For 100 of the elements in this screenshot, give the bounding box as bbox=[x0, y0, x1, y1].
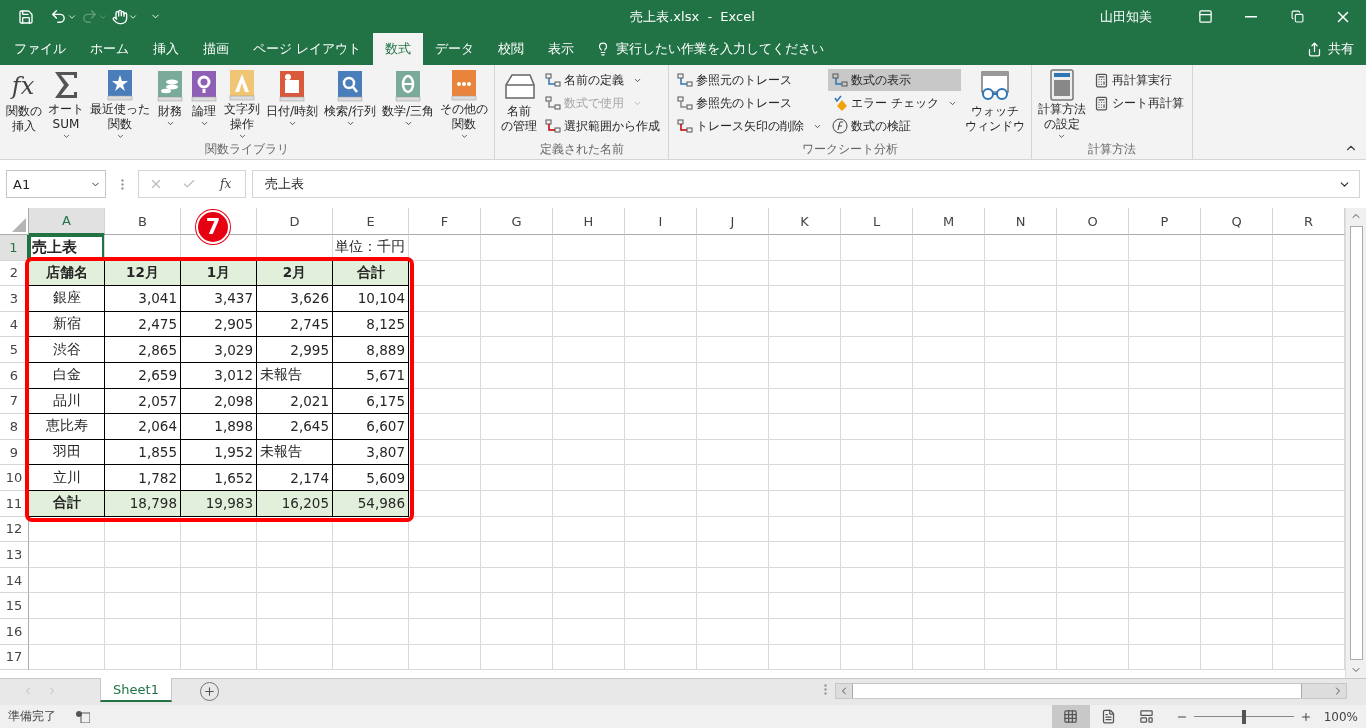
column-header[interactable]: H bbox=[553, 208, 625, 235]
column-header[interactable]: N bbox=[985, 208, 1057, 235]
empty-cell bbox=[913, 260, 985, 287]
ribbon-button[interactable]: シート再計算 bbox=[1089, 92, 1188, 114]
empty-cell bbox=[553, 311, 625, 338]
ribbon-button[interactable]: 再計算実行 bbox=[1089, 69, 1188, 91]
empty-cell bbox=[769, 388, 841, 415]
ribbon-button[interactable]: fx 関数の 挿入 bbox=[4, 68, 44, 141]
ribbon-button[interactable]: 参照元のトレース bbox=[673, 69, 827, 91]
ribbon-button[interactable]: その他の 関数 bbox=[438, 68, 491, 141]
ribbon-button[interactable]: 選択範囲から作成 bbox=[541, 115, 665, 137]
scroll-thumb[interactable] bbox=[852, 684, 1302, 698]
column-header[interactable]: J bbox=[697, 208, 769, 235]
column-header[interactable]: M bbox=[913, 208, 985, 235]
ribbon-button[interactable]: 論理 bbox=[188, 68, 220, 141]
empty-cell bbox=[985, 465, 1057, 491]
empty-cell bbox=[697, 235, 769, 261]
ribbon-button[interactable]: 文字列 操作 bbox=[222, 68, 262, 141]
ribbon-tab[interactable]: 挿入 bbox=[141, 33, 191, 65]
empty-cell bbox=[1057, 490, 1129, 517]
row-header[interactable]: 13 bbox=[0, 542, 29, 568]
column-header[interactable]: E bbox=[333, 208, 409, 235]
ribbon-button[interactable]: 名前 の管理 bbox=[499, 68, 540, 141]
column-header[interactable]: Q bbox=[1201, 208, 1273, 235]
ribbon-tab[interactable]: 校閲 bbox=[486, 33, 536, 65]
hand-icon[interactable] bbox=[112, 8, 128, 25]
enter-icon[interactable] bbox=[182, 177, 197, 191]
zoom-level[interactable]: 100% bbox=[1323, 709, 1358, 724]
empty-cell bbox=[481, 567, 553, 594]
ribbon-button[interactable]: 参照先のトレース bbox=[673, 92, 827, 114]
empty-cell bbox=[1057, 337, 1129, 363]
column-header[interactable]: I bbox=[625, 208, 697, 235]
name-box[interactable]: A1 bbox=[6, 170, 106, 198]
column-header[interactable]: L bbox=[841, 208, 913, 235]
ribbon-button[interactable]: 計算方法 の設定 bbox=[1035, 68, 1088, 141]
empty-cell bbox=[1201, 593, 1273, 619]
empty-cell bbox=[1057, 567, 1129, 594]
column-header[interactable]: F bbox=[409, 208, 481, 235]
zoom-thumb[interactable] bbox=[1241, 709, 1246, 724]
column-header[interactable]: A bbox=[29, 208, 105, 235]
column-header[interactable]: B bbox=[105, 208, 181, 235]
vertical-scroll-thumb[interactable] bbox=[1349, 226, 1363, 660]
ribbon-button[interactable]: トレース矢印の削除 bbox=[673, 115, 827, 137]
column-header[interactable]: O bbox=[1057, 208, 1129, 235]
ribbon-button[interactable]: 検索/行列 bbox=[322, 68, 379, 141]
ribbon-button[interactable]: 最近使った 関数 bbox=[88, 68, 152, 141]
column-header[interactable]: G bbox=[481, 208, 553, 235]
normal-view-button[interactable] bbox=[1051, 705, 1090, 728]
row-header[interactable]: 14 bbox=[0, 567, 29, 594]
insert-function-button[interactable]: fx bbox=[216, 177, 236, 191]
formula-field[interactable]: 売上表 bbox=[252, 170, 1360, 198]
share-button[interactable]: 共有 bbox=[1295, 33, 1366, 65]
empty-cell bbox=[985, 235, 1057, 261]
save-icon[interactable] bbox=[18, 8, 34, 25]
ribbon-tab[interactable]: ページ レイアウト bbox=[241, 33, 373, 65]
empty-cell bbox=[697, 337, 769, 363]
ribbon-button[interactable]: 日付/時刻 bbox=[264, 68, 321, 141]
zoom-in-icon[interactable] bbox=[1299, 710, 1312, 723]
column-header[interactable]: R bbox=[1273, 208, 1345, 235]
row-header[interactable]: 1 bbox=[0, 235, 29, 261]
empty-cell bbox=[1129, 260, 1201, 287]
status-text: 準備完了 bbox=[8, 708, 56, 725]
empty-cell bbox=[481, 618, 553, 645]
column-header[interactable]: D bbox=[257, 208, 333, 235]
empty-cell bbox=[1201, 337, 1273, 363]
ribbon-button[interactable]: 名前の定義 bbox=[541, 69, 665, 91]
row-header[interactable]: 17 bbox=[0, 644, 29, 671]
ribbon-tab[interactable]: データ bbox=[423, 33, 486, 65]
sheet-tab[interactable]: Sheet1 bbox=[100, 678, 172, 702]
ribbon-tab[interactable]: 数式 bbox=[373, 33, 423, 65]
empty-cell bbox=[697, 388, 769, 415]
empty-cell bbox=[625, 362, 697, 389]
empty-cell bbox=[1129, 414, 1201, 440]
ribbon-button[interactable]: 数式の検証 bbox=[828, 115, 961, 137]
column-header[interactable]: K bbox=[769, 208, 841, 235]
column-header[interactable]: P bbox=[1129, 208, 1201, 235]
empty-cell bbox=[553, 465, 625, 491]
empty-cell bbox=[625, 235, 697, 261]
user-name[interactable]: 山田知美 bbox=[1100, 7, 1152, 26]
ribbon-button[interactable]: オート SUM bbox=[46, 68, 86, 141]
redo-icon[interactable] bbox=[81, 8, 98, 25]
ribbon-tab[interactable]: ホーム bbox=[78, 33, 141, 65]
ribbon-button[interactable]: エラー チェック bbox=[828, 92, 961, 114]
ribbon-button[interactable]: 数式の表示 bbox=[828, 69, 961, 91]
ribbon-tab[interactable]: ファイル bbox=[2, 33, 78, 65]
row-header[interactable]: 15 bbox=[0, 593, 29, 619]
macro-record-icon[interactable] bbox=[76, 710, 90, 723]
value-cell: 2,064 bbox=[105, 414, 181, 440]
ribbon-button[interactable]: ウォッチ ウィンドウ bbox=[962, 68, 1027, 141]
empty-cell bbox=[985, 542, 1057, 568]
ribbon-tab[interactable]: 描画 bbox=[191, 33, 241, 65]
row-header[interactable]: 16 bbox=[0, 618, 29, 645]
horizontal-scrollbar[interactable] bbox=[835, 683, 1347, 699]
ribbon-tab[interactable]: 表示 bbox=[536, 33, 586, 65]
undo-icon[interactable] bbox=[50, 8, 67, 25]
ribbon-button[interactable]: 数学/三角 bbox=[380, 68, 437, 141]
ribbon-button[interactable]: 財務 bbox=[154, 68, 186, 141]
select-all-icon[interactable] bbox=[12, 218, 26, 232]
value-cell: 未報告 bbox=[257, 439, 333, 466]
tell-me-field[interactable]: 実行したい作業を入力してください bbox=[614, 41, 854, 57]
